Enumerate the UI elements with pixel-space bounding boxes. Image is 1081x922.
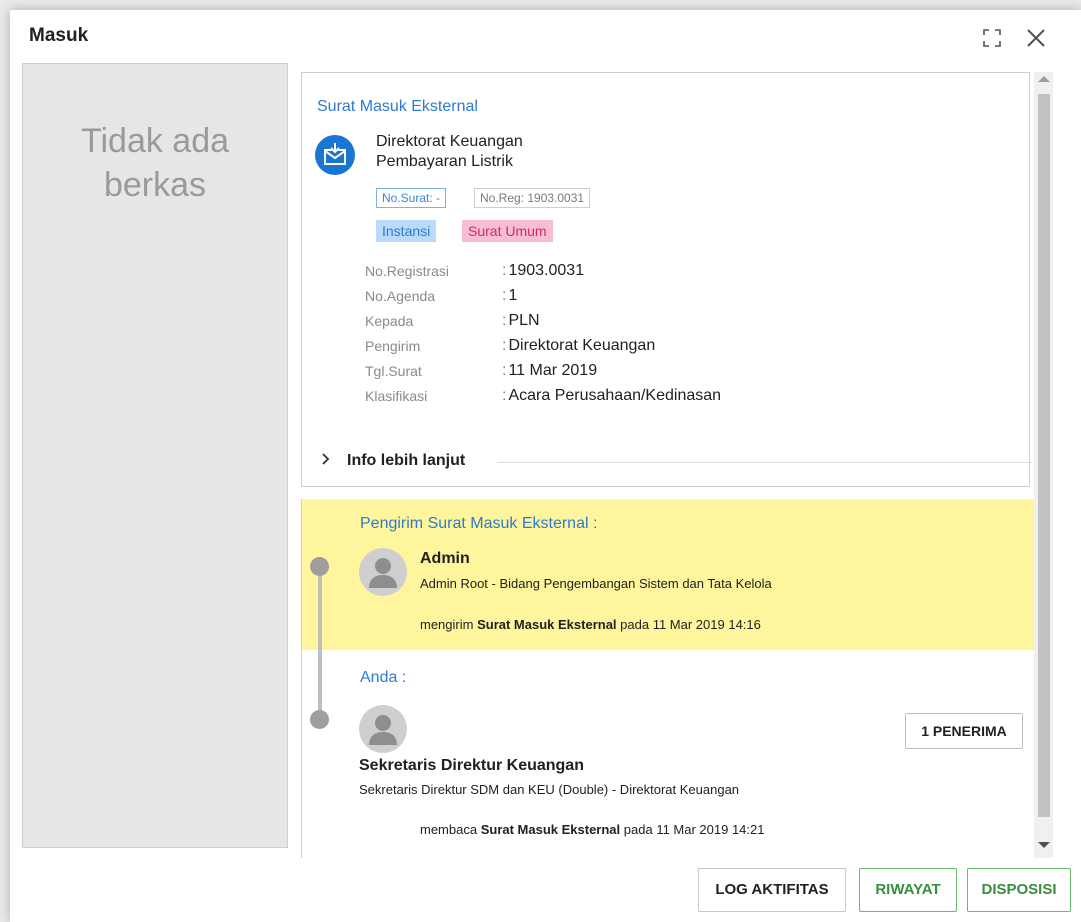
detail-value: 1 — [502, 287, 517, 305]
file-preview-panel: Tidak ada berkas — [22, 63, 288, 848]
tag-no-reg: No.Reg: 1903.0031 — [474, 188, 591, 208]
scrollbar[interactable] — [1034, 72, 1053, 858]
detail-value: Acara Perusahaan/Kedinasan — [502, 387, 721, 405]
timeline-dot — [310, 557, 329, 576]
you-heading: Anda : — [360, 669, 407, 686]
detail-value: 11 Mar 2019 — [502, 362, 597, 380]
timeline-you-block: Anda : Sekretaris Direktur Keuangan Sekr… — [302, 650, 1042, 858]
detail-value: Direktorat Keuangan — [502, 337, 655, 355]
action-time: pada 11 Mar 2019 14:21 — [623, 822, 765, 837]
you-role: Sekretaris Direktur SDM dan KEU (Double)… — [359, 782, 740, 797]
sender-role: Admin Root - Bidang Pengembangan Sistem … — [420, 576, 772, 591]
more-info-label: Info lebih lanjut — [347, 452, 466, 469]
user-avatar-icon — [359, 705, 407, 753]
sender-action: mengirim Surat Masuk Eksternal pada 11 M… — [420, 617, 761, 632]
you-name: Sekretaris Direktur Keuangan — [359, 757, 584, 774]
letter-type: Surat Masuk Eksternal — [317, 98, 478, 115]
detail-label: No.Registrasi — [365, 263, 450, 279]
mail-download-icon — [315, 135, 355, 175]
sender-heading: Pengirim Surat Masuk Eksternal : — [360, 515, 598, 532]
more-info-toggle[interactable]: Info lebih lanjut — [317, 450, 1032, 474]
detail-value: PLN — [502, 312, 539, 330]
close-icon[interactable] — [1024, 26, 1048, 50]
timeline-sender-block: Pengirim Surat Masuk Eksternal : Admin A… — [302, 499, 1042, 650]
tag-kategori: Surat Umum — [462, 220, 553, 242]
action-time: pada 11 Mar 2019 14:16 — [620, 617, 761, 632]
action-verb: mengirim — [420, 617, 474, 632]
timeline-dot — [310, 710, 329, 729]
timeline: Pengirim Surat Masuk Eksternal : Admin A… — [301, 499, 1043, 858]
letter-info-card: Surat Masuk Eksternal Direktorat Keuanga… — [301, 72, 1032, 487]
action-object: Surat Masuk Eksternal — [477, 617, 617, 632]
detail-label: Klasifikasi — [365, 388, 428, 404]
action-verb: membaca — [420, 822, 478, 837]
log-activity-button[interactable]: LOG AKTIFITAS — [698, 868, 846, 912]
detail-label: Kepada — [365, 313, 414, 329]
letter-subject: Pembayaran Listrik — [376, 153, 513, 170]
sender-name: Admin — [420, 550, 470, 567]
action-object: Surat Masuk Eksternal — [480, 822, 621, 837]
you-action: membaca Surat Masuk Eksternal pada 11 Ma… — [420, 822, 764, 837]
history-button[interactable]: RIWAYAT — [859, 868, 957, 912]
detail-label: Pengirim — [365, 338, 421, 354]
scroll-up-icon[interactable] — [1038, 76, 1050, 82]
disposition-button[interactable]: DISPOSISI — [967, 868, 1071, 912]
scroll-down-icon[interactable] — [1038, 842, 1050, 848]
letter-sender: Direktorat Keuangan — [376, 133, 523, 150]
dialog-title: Masuk — [29, 25, 89, 46]
no-file-message: Tidak ada berkas — [23, 119, 287, 207]
timeline-connector — [318, 567, 322, 722]
no-file-line2: berkas — [103, 166, 207, 205]
no-file-line1: Tidak ada — [80, 122, 230, 160]
scroll-thumb[interactable] — [1038, 94, 1050, 817]
chevron-right-icon — [321, 452, 331, 471]
tag-no-surat: No.Surat: - — [376, 188, 447, 208]
tag-instansi: Instansi — [376, 220, 437, 242]
user-avatar-icon — [359, 548, 407, 596]
recipients-button[interactable]: 1 PENERIMA — [905, 713, 1023, 749]
detail-value: 1903.0031 — [502, 262, 584, 280]
expand-icon[interactable] — [983, 29, 1001, 47]
divider — [497, 462, 1032, 463]
detail-label: No.Agenda — [365, 288, 436, 304]
detail-label: Tgl.Surat — [365, 363, 422, 379]
